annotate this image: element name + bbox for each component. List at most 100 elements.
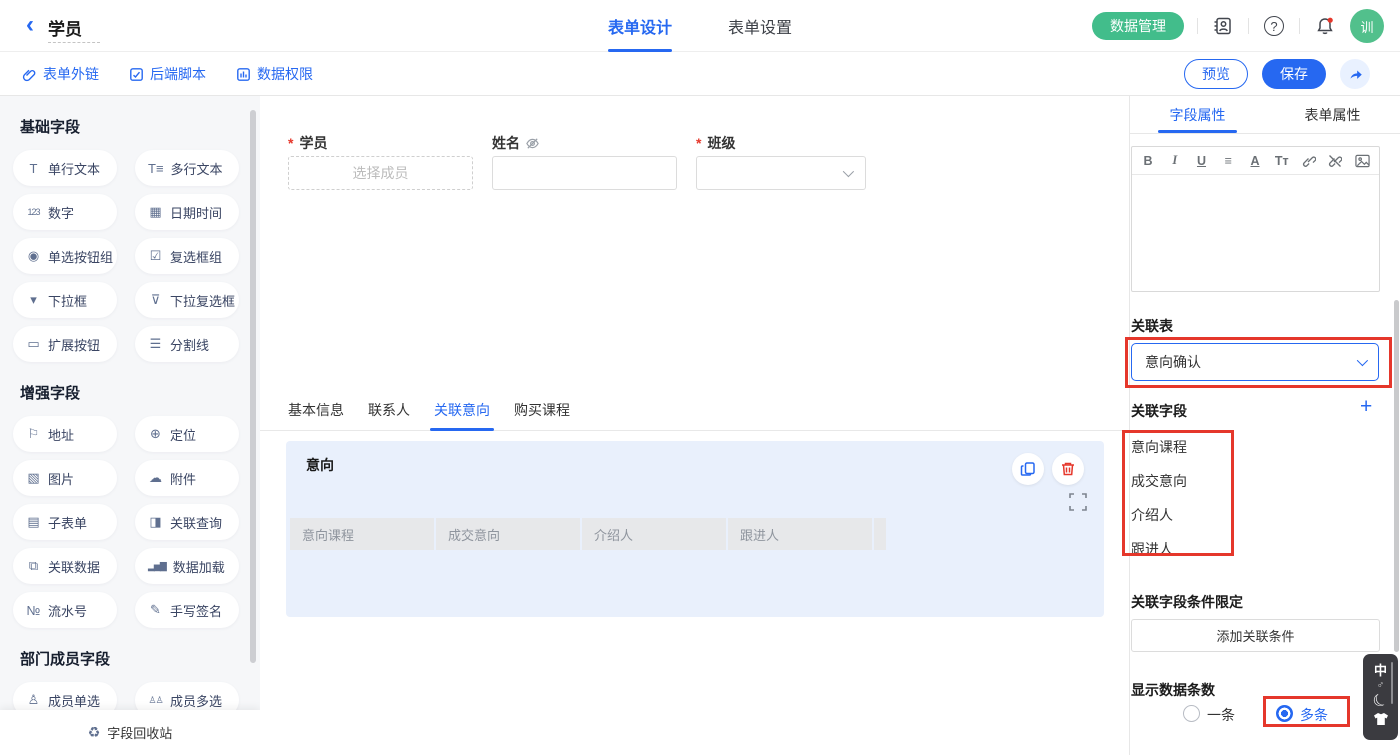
trash-icon: [1060, 461, 1076, 477]
eye-off-icon: [525, 136, 540, 151]
sidebar-field-extend-button[interactable]: ▭扩展按钮: [13, 326, 117, 362]
image-icon: ▧: [26, 470, 41, 486]
field-recycle-bin[interactable]: ♻ 字段回收站: [0, 710, 260, 755]
column-header[interactable]: 意向课程: [290, 518, 434, 550]
tab-purchased-courses[interactable]: 购买课程: [514, 400, 570, 431]
sidebar-field-datetime[interactable]: ▦日期时间: [135, 194, 239, 230]
related-field-item[interactable]: 跟进人: [1131, 539, 1173, 559]
multi-select-icon: ⊽: [148, 292, 163, 308]
copy-button[interactable]: [1012, 453, 1044, 485]
section-title-member-fields: 部门成员字段: [20, 648, 260, 669]
radio-multiple[interactable]: [1276, 705, 1293, 722]
bold-icon[interactable]: B: [1141, 154, 1155, 168]
sidebar-field-multi-select[interactable]: ⊽下拉复选框: [135, 282, 239, 318]
radio-single-label[interactable]: 一条: [1207, 705, 1235, 725]
form-canvas[interactable]: *学员 选择成员 姓名 *班级 基本信息: [260, 96, 1129, 755]
link-icon[interactable]: [1302, 154, 1316, 168]
help-icon[interactable]: ?: [1262, 14, 1286, 38]
sidebar-field-checkbox-group[interactable]: ☑复选框组: [135, 238, 239, 274]
divider: [1299, 18, 1300, 34]
tab-form-design[interactable]: 表单设计: [608, 0, 672, 52]
multi-text-icon: T≡: [148, 161, 164, 176]
description-rich-editor[interactable]: B I U ≡ A Tт: [1131, 146, 1380, 292]
column-header[interactable]: 跟进人: [728, 518, 872, 550]
delete-button[interactable]: [1052, 453, 1084, 485]
related-field-item[interactable]: 意向课程: [1131, 437, 1187, 457]
properties-panel: 字段属性 表单属性 B I U ≡ A Tт: [1129, 96, 1400, 755]
sidebar-field-signature[interactable]: ✎手写签名: [135, 592, 239, 628]
translation-widget[interactable]: 中 ♂ ☾: [1363, 654, 1398, 740]
contact-book-icon[interactable]: [1211, 14, 1235, 38]
preview-button[interactable]: 预览: [1184, 59, 1248, 89]
focus-corners-icon[interactable]: [1069, 493, 1087, 511]
sidebar-field-image[interactable]: ▧图片: [13, 460, 117, 496]
notification-bell-icon[interactable]: [1313, 14, 1337, 38]
moon-icon[interactable]: ☾: [1370, 690, 1391, 711]
sidebar-field-number[interactable]: 123数字: [13, 194, 117, 230]
tab-form-properties[interactable]: 表单属性: [1265, 96, 1400, 133]
sidebar-field-location[interactable]: ⊕定位: [135, 416, 239, 452]
field-class[interactable]: *班级: [696, 132, 866, 190]
tab-form-settings[interactable]: 表单设置: [728, 0, 792, 52]
save-button[interactable]: 保存: [1262, 59, 1326, 89]
sidebar-field-single-text[interactable]: T单行文本: [13, 150, 117, 186]
font-color-icon[interactable]: A: [1248, 154, 1262, 168]
permission-icon: [236, 67, 251, 82]
related-field-item[interactable]: 成交意向: [1131, 471, 1187, 491]
share-button[interactable]: [1340, 59, 1370, 89]
related-field-item[interactable]: 介绍人: [1131, 505, 1173, 525]
sidebar-field-multi-text[interactable]: T≡多行文本: [135, 150, 239, 186]
properties-scrollbar[interactable]: [1394, 300, 1399, 652]
location-pin-icon: ⚐: [26, 426, 41, 442]
sidebar-field-data-load[interactable]: ▂▅▇数据加载: [135, 548, 239, 584]
tab-contacts[interactable]: 联系人: [368, 400, 410, 431]
sidebar-field-attachment[interactable]: ☁附件: [135, 460, 239, 496]
data-permission-item[interactable]: 数据权限: [236, 64, 313, 84]
class-select[interactable]: [696, 156, 866, 190]
data-manage-button[interactable]: 数据管理: [1092, 12, 1184, 40]
sidebar-field-radio-group[interactable]: ◉单选按钮组: [13, 238, 117, 274]
unlink-icon[interactable]: [1328, 154, 1342, 168]
sidebar-field-divider[interactable]: ☰分割线: [135, 326, 239, 362]
tab-field-properties[interactable]: 字段属性: [1130, 96, 1265, 133]
sidebar-field-address[interactable]: ⚐地址: [13, 416, 117, 452]
radio-single[interactable]: [1183, 705, 1200, 722]
field-library-sidebar: 基础字段 T单行文本 T≡多行文本 123数字 ▦日期时间 ◉单选按钮组 ☑复选…: [0, 96, 260, 755]
sidebar-field-related-query[interactable]: ◨关联查询: [135, 504, 239, 540]
related-table-select[interactable]: 意向确认: [1131, 343, 1379, 381]
target-icon: ⊕: [148, 426, 163, 442]
sidebar-scrollbar[interactable]: [250, 110, 256, 663]
share-arrow-icon: [1348, 67, 1363, 82]
editor-toolbar: B I U ≡ A Tт: [1132, 147, 1379, 175]
tab-basic-info[interactable]: 基本信息: [288, 400, 344, 431]
name-input[interactable]: [492, 156, 677, 190]
add-field-icon[interactable]: +: [1360, 397, 1372, 417]
font-size-icon[interactable]: Tт: [1275, 154, 1289, 168]
insert-image-icon[interactable]: [1355, 154, 1370, 168]
intention-subform-panel[interactable]: 意向 意向课程 成交意向 介绍人 跟进: [286, 441, 1104, 617]
field-name[interactable]: 姓名: [492, 132, 677, 190]
tshirt-icon[interactable]: [1373, 712, 1389, 726]
underline-icon[interactable]: U: [1195, 154, 1209, 168]
chevron-down-icon: [1357, 355, 1368, 366]
avatar[interactable]: 训: [1350, 9, 1384, 43]
chinese-lang-icon[interactable]: 中: [1374, 660, 1387, 679]
field-student[interactable]: *学员 选择成员: [288, 132, 473, 190]
backend-script-item[interactable]: 后端脚本: [129, 64, 206, 84]
italic-icon[interactable]: I: [1168, 153, 1182, 168]
member-picker[interactable]: 选择成员: [288, 156, 473, 190]
external-link-item[interactable]: 表单外链: [22, 64, 99, 84]
tab-related-intention[interactable]: 关联意向: [434, 400, 490, 431]
sidebar-field-serial-number[interactable]: №流水号: [13, 592, 117, 628]
sidebar-field-related-data[interactable]: ⧉关联数据: [13, 548, 117, 584]
column-header[interactable]: 成交意向: [436, 518, 580, 550]
align-icon[interactable]: ≡: [1221, 154, 1235, 168]
sidebar-field-select[interactable]: ▾下拉框: [13, 282, 117, 318]
add-condition-button[interactable]: 添加关联条件: [1131, 619, 1380, 652]
related-table-label: 关联表: [1131, 316, 1173, 336]
sidebar-field-subform[interactable]: ▤子表单: [13, 504, 117, 540]
radio-multiple-label[interactable]: 多条: [1300, 705, 1328, 725]
people-icon: ♙♙: [148, 695, 163, 706]
column-header[interactable]: 介绍人: [582, 518, 726, 550]
person-icon: ♙: [26, 692, 41, 708]
